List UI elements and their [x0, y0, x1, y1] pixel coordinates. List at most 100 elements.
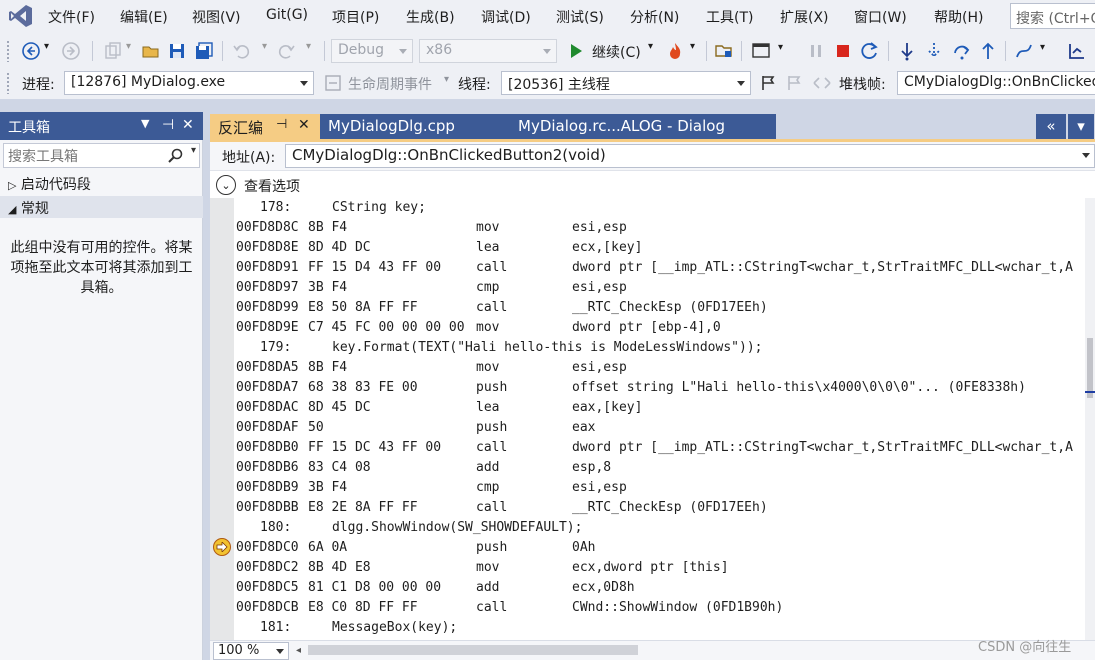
back-dropdown-arrow-icon[interactable]: ▾	[44, 41, 49, 52]
show-threads-in-source-icon[interactable]	[1013, 40, 1035, 62]
tab-overflow-left-icon[interactable]: «	[1036, 114, 1066, 139]
step-out-icon[interactable]	[977, 40, 999, 62]
chevron-down-circle-icon[interactable]: ⌄	[216, 175, 236, 195]
vertical-scrollbar[interactable]	[1085, 198, 1095, 640]
toolbar-grip[interactable]	[6, 72, 10, 94]
source-line[interactable]: 181: MessageBox(key);	[236, 618, 1085, 638]
stop-debugging-icon[interactable]	[832, 40, 854, 62]
chevron-down-icon[interactable]	[1082, 153, 1090, 158]
vertical-scrollbar-thumb[interactable]	[1087, 338, 1093, 398]
disassembly-line[interactable]: 00FD8DCB E8 C0 8D FF FF call CWnd::ShowWind…	[236, 598, 1085, 618]
tab-disassembly[interactable]: 反汇编 ⊣ ✕	[210, 114, 320, 139]
menu-debug[interactable]: 调试(D)	[481, 7, 531, 27]
continue-play-icon[interactable]	[565, 40, 587, 62]
disassembly-line[interactable]: 00FD8D91 FF 15 D4 43 FF 00 call dword ptr […	[236, 258, 1085, 278]
menu-test[interactable]: 测试(S)	[556, 7, 604, 27]
pin-tab-icon[interactable]: ⊣	[276, 117, 287, 132]
undo-dropdown-arrow-icon[interactable]: ▾	[262, 41, 267, 52]
toolbox-group-startup-snippets[interactable]: ▷ 启动代码段	[0, 172, 203, 194]
step-into-icon[interactable]	[896, 40, 918, 62]
view-options-bar[interactable]: ⌄ 查看选项	[210, 170, 1095, 198]
hot-reload-flame-icon[interactable]	[664, 40, 686, 62]
disassembly-code-view[interactable]: 178: CString key; 00FD8D8C 8B F4 mov esi,esp 0…	[210, 198, 1085, 640]
save-all-icon[interactable]	[193, 40, 215, 62]
hide-external-code-icon[interactable]	[811, 72, 833, 94]
disassembly-line[interactable]: 00FD8DB9 3B F4 cmp esi,esp	[236, 478, 1085, 498]
stack-frame-select[interactable]: CMyDialogDlg::OnBnClicked	[897, 71, 1095, 95]
disassembly-line[interactable]: 00FD8DB0 FF 15 DC 43 FF 00 call dword ptr […	[236, 438, 1085, 458]
disassembly-line[interactable]: 00FD8D9E C7 45 FC 00 00 00 00 mov dword ptr…	[236, 318, 1085, 338]
toolbox-group-general[interactable]: ◢ 常规	[0, 196, 203, 218]
step-into-specific-icon[interactable]	[923, 40, 945, 62]
thread-select[interactable]: [20536] 主线程	[501, 71, 751, 95]
tab-mydialogdlg-cpp[interactable]: MyDialogDlg.cpp	[320, 114, 510, 139]
disassembly-line[interactable]: 00FD8DA5 8B F4 mov esi,esp	[236, 358, 1085, 378]
lifecycle-events-button[interactable]: 生命周期事件	[348, 74, 432, 94]
auto-hide-pin-icon[interactable]: ⊣	[162, 117, 174, 133]
disassembly-line[interactable]: 00FD8D97 3B F4 cmp esi,esp	[236, 278, 1085, 298]
lifecycle-events-dropdown-icon[interactable]: ▾	[444, 74, 449, 85]
disassembly-line[interactable]: 00FD8D8E 8D 4D DC lea ecx,[key]	[236, 238, 1085, 258]
tab-mydialog-rc[interactable]: MyDialog.rc...ALOG - Dialog	[510, 114, 776, 139]
menu-edit[interactable]: 编辑(E)	[120, 7, 168, 27]
address-select[interactable]: CMyDialogDlg::OnBnClickedButton2(void)	[285, 144, 1095, 168]
close-tab-icon[interactable]: ✕	[298, 117, 310, 133]
toolbox-header[interactable]: 工具箱 ▼ ⊣ ✕	[0, 112, 203, 140]
toolbar-grip[interactable]	[6, 40, 10, 62]
menu-tools[interactable]: 工具(T)	[706, 7, 753, 27]
toolbox-search-input[interactable]: 搜索工具箱 ▾	[3, 143, 200, 168]
flag-thread-icon[interactable]	[757, 72, 779, 94]
disassembly-line[interactable]: 00FD8D99 E8 50 8A FF FF call __RTC_CheckEsp…	[236, 298, 1085, 318]
zoom-level-select[interactable]: 100 %	[213, 642, 289, 660]
breakpoint-gutter[interactable]	[210, 198, 234, 640]
window-position-dropdown-icon[interactable]: ▼	[141, 117, 149, 130]
disassembly-line[interactable]: 00FD8DB6 83 C4 08 add esp,8	[236, 458, 1085, 478]
disassembly-line[interactable]: 00FD8DAF 50 push eax	[236, 418, 1085, 438]
continue-button[interactable]: 继续(C)	[592, 42, 641, 62]
source-line[interactable]: 180: dlgg.ShowWindow(SW_SHOWDEFAULT);	[236, 518, 1085, 538]
menu-help[interactable]: 帮助(H)	[934, 7, 983, 27]
menu-window[interactable]: 窗口(W)	[854, 7, 907, 27]
browse-folder-icon[interactable]	[713, 40, 735, 62]
redo-dropdown-arrow-icon[interactable]: ▾	[306, 41, 311, 52]
menu-analyze[interactable]: 分析(N)	[630, 7, 679, 27]
navigate-forward-icon[interactable]	[60, 40, 82, 62]
disassembly-line[interactable]: 00FD8DAC 8D 45 DC lea eax,[key]	[236, 398, 1085, 418]
tab-list-dropdown-icon[interactable]: ▾	[1068, 114, 1094, 139]
save-icon[interactable]	[166, 40, 188, 62]
navigate-back-icon[interactable]	[20, 40, 42, 62]
open-folder-icon[interactable]	[140, 40, 162, 62]
process-select[interactable]: [12876] MyDialog.exe	[64, 71, 314, 95]
close-icon[interactable]: ✕	[182, 117, 194, 133]
search-input[interactable]: 搜索 (Ctrl+Q)	[1010, 3, 1095, 29]
menu-view[interactable]: 视图(V)	[192, 7, 241, 27]
break-all-pause-icon[interactable]	[805, 40, 827, 62]
disassembly-line[interactable]: 00FD8DC2 8B 4D E8 mov ecx,dword ptr [this]	[236, 558, 1085, 578]
lifecycle-events-icon[interactable]	[322, 72, 344, 94]
disassembly-line[interactable]: 00FD8DBB E8 2E 8A FF FF call __RTC_CheckEsp…	[236, 498, 1085, 518]
application-window-icon[interactable]	[750, 40, 772, 62]
application-window-dropdown-icon[interactable]: ▾	[778, 42, 783, 53]
diagnostics-icon[interactable]	[1066, 40, 1088, 62]
source-line[interactable]: 178: CString key;	[236, 198, 1085, 218]
flag-all-threads-icon[interactable]	[783, 72, 805, 94]
menu-git[interactable]: Git(G)	[266, 7, 308, 23]
undo-icon[interactable]	[230, 40, 252, 62]
menu-file[interactable]: 文件(F)	[48, 7, 95, 27]
redo-icon[interactable]	[276, 40, 298, 62]
horizontal-scrollbar-thumb[interactable]	[308, 645, 638, 655]
new-dropdown-arrow-icon[interactable]: ▾	[126, 41, 131, 52]
step-over-icon[interactable]	[951, 40, 973, 62]
disassembly-line[interactable]: 00FD8DC5 81 C1 D8 00 00 00 add ecx,0D8h	[236, 578, 1085, 598]
solution-configuration-select[interactable]: Debug	[331, 39, 413, 63]
search-icon[interactable]	[168, 148, 183, 163]
continue-dropdown-arrow-icon[interactable]: ▾	[648, 41, 653, 52]
disassembly-line[interactable]: 00FD8D8C 8B F4 mov esi,esp	[236, 218, 1085, 238]
disassembly-line[interactable]: 00FD8DC0 6A 0A push 0Ah	[236, 538, 1085, 558]
menu-project[interactable]: 项目(P)	[332, 7, 379, 27]
menu-extensions[interactable]: 扩展(X)	[780, 7, 829, 27]
search-options-dropdown-icon[interactable]: ▾	[191, 145, 196, 156]
threads-dropdown-icon[interactable]: ▾	[1040, 42, 1045, 53]
hot-reload-dropdown-arrow-icon[interactable]: ▾	[690, 41, 695, 52]
solution-platform-select[interactable]: x86	[419, 39, 557, 63]
